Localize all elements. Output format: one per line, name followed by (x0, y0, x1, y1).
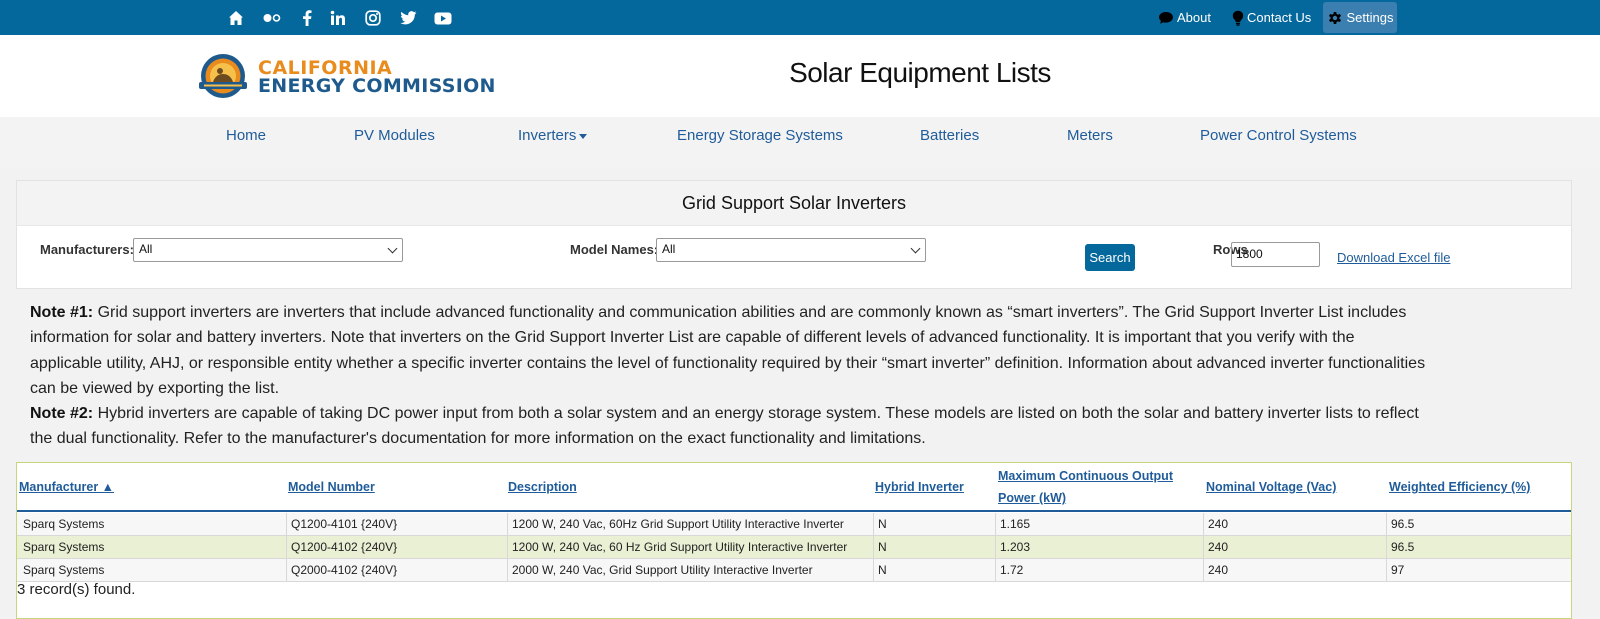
table-header: Manufacturer ▲ Model Number Description … (17, 463, 1571, 512)
nav-item-meters[interactable]: Meters (1067, 127, 1113, 144)
logo-line-2: ENERGY COMMISSION (258, 75, 496, 97)
notes-section: Note #1: Grid support inverters are inve… (30, 300, 1430, 452)
settings-label: Settings (1346, 10, 1394, 25)
model-names-select[interactable]: All (656, 238, 926, 262)
panel-heading: Grid Support Solar Inverters (17, 181, 1571, 226)
caret-down-icon (579, 133, 588, 139)
cell-efficiency: 97 (1386, 559, 1571, 582)
column-header-description[interactable]: Description (508, 476, 577, 498)
cell-voltage: 240 (1203, 559, 1386, 582)
facebook-icon[interactable] (297, 8, 317, 28)
about-link[interactable]: About (1158, 0, 1211, 35)
site-header: CALIFORNIA ENERGY COMMISSION Solar Equip… (0, 35, 1600, 117)
settings-button[interactable]: Settings (1323, 2, 1397, 33)
table-row: Sparq Systems Q1200-4101 {240V} 1200 W, … (17, 513, 1571, 536)
manufacturers-label: Manufacturers: (40, 242, 134, 257)
results-table: Manufacturer ▲ Model Number Description … (16, 462, 1572, 619)
records-found: 3 record(s) found. (17, 581, 136, 598)
contact-label: Contact Us (1247, 10, 1312, 25)
column-header-efficiency[interactable]: Weighted Efficiency (%) (1389, 476, 1530, 498)
chevron-down-icon (910, 243, 921, 254)
manufacturers-select[interactable]: All (133, 238, 403, 262)
column-header-manufacturer[interactable]: Manufacturer ▲ (19, 476, 114, 498)
cell-power: 1.72 (995, 559, 1203, 582)
note-2-text: Hybrid inverters are capable of taking D… (30, 405, 1419, 448)
cell-model: Q1200-4101 {240V} (286, 513, 507, 536)
nav-item-home[interactable]: Home (226, 127, 266, 144)
main-nav: Home PV Modules Inverters Energy Storage… (0, 117, 1600, 169)
youtube-icon[interactable] (433, 8, 453, 28)
note-2: Note #2: Hybrid inverters are capable of… (30, 401, 1430, 452)
nav-item-pv-modules[interactable]: PV Modules (354, 127, 435, 144)
column-header-hybrid[interactable]: Hybrid Inverter (875, 476, 964, 498)
cell-voltage: 240 (1203, 536, 1386, 559)
model-names-value: All (662, 242, 676, 256)
cell-hybrid: N (873, 559, 995, 582)
state-seal-logo[interactable] (196, 52, 250, 100)
cell-model: Q2000-4102 {240V} (286, 559, 507, 582)
cell-manufacturer: Sparq Systems (23, 563, 105, 577)
cell-efficiency: 96.5 (1386, 536, 1571, 559)
nav-item-inverters[interactable]: Inverters (518, 127, 588, 144)
home-icon[interactable] (226, 8, 246, 28)
table-row: Sparq Systems Q2000-4102 {240V} 2000 W, … (17, 559, 1571, 582)
note-2-label: Note #2: (30, 405, 94, 423)
table-row: Sparq Systems Q1200-4102 {240V} 1200 W, … (17, 536, 1571, 559)
about-label: About (1177, 10, 1211, 25)
lightbulb-icon (1232, 10, 1244, 26)
search-button[interactable]: Search (1085, 244, 1135, 271)
cell-voltage: 240 (1203, 513, 1386, 536)
contact-link[interactable]: Contact Us (1232, 0, 1311, 35)
note-1: Note #1: Grid support inverters are inve… (30, 300, 1430, 401)
note-1-label: Note #1: (30, 304, 94, 321)
filter-panel: Grid Support Solar Inverters Manufacture… (16, 180, 1572, 289)
gear-icon (1328, 11, 1341, 24)
model-names-label: Model Names: (570, 242, 659, 257)
column-header-max-power-line1[interactable]: Maximum Continuous Output (998, 465, 1173, 487)
cell-description: 1200 W, 240 Vac, 60 Hz Grid Support Util… (507, 536, 873, 559)
cell-description: 2000 W, 240 Vac, Grid Support Utility In… (507, 559, 873, 582)
cell-model: Q1200-4102 {240V} (286, 536, 507, 559)
manufacturers-value: All (139, 242, 153, 256)
flickr-icon[interactable] (262, 8, 282, 28)
cell-manufacturer: Sparq Systems (23, 540, 105, 554)
twitter-icon[interactable] (398, 8, 418, 28)
nav-item-inverters-label: Inverters (518, 127, 577, 144)
note-1-text: Grid support inverters are inverters tha… (30, 304, 1426, 397)
cell-power: 1.203 (995, 536, 1203, 559)
column-header-model[interactable]: Model Number (288, 476, 375, 498)
column-header-max-power-line2[interactable]: Power (kW) (998, 487, 1066, 509)
nav-item-energy-storage[interactable]: Energy Storage Systems (677, 127, 843, 144)
column-header-voltage[interactable]: Nominal Voltage (Vac) (1206, 476, 1336, 498)
instagram-icon[interactable] (363, 8, 383, 28)
cell-hybrid: N (873, 513, 995, 536)
download-excel-link[interactable]: Download Excel file (1337, 250, 1450, 265)
linkedin-icon[interactable] (328, 8, 348, 28)
cell-hybrid: N (873, 536, 995, 559)
page-title: Solar Equipment Lists (789, 57, 1051, 88)
comment-icon (1159, 11, 1173, 24)
cell-manufacturer: Sparq Systems (23, 517, 105, 531)
cell-efficiency: 96.5 (1386, 513, 1571, 536)
nav-item-batteries[interactable]: Batteries (920, 127, 979, 144)
chevron-down-icon (387, 243, 398, 254)
cell-power: 1.165 (995, 513, 1203, 536)
nav-item-power-control[interactable]: Power Control Systems (1200, 127, 1357, 144)
top-bar: About Contact Us Settings (0, 0, 1600, 35)
rows-input[interactable]: 1800 (1231, 242, 1320, 267)
cell-description: 1200 W, 240 Vac, 60Hz Grid Support Utili… (507, 513, 873, 536)
